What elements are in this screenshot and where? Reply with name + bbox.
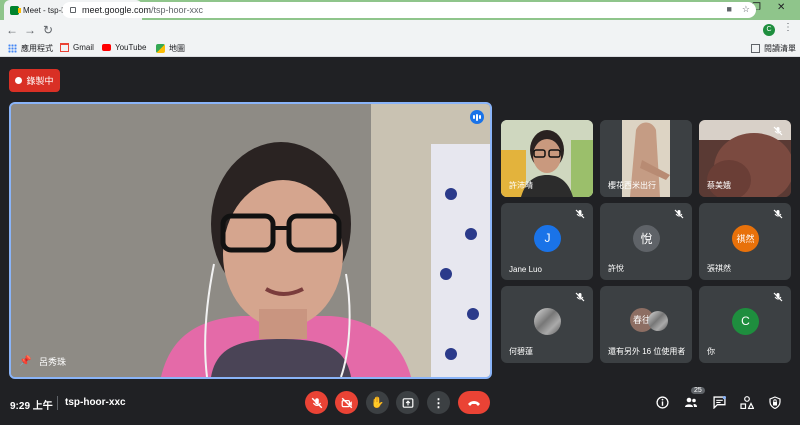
avatar [534, 307, 561, 335]
speaking-indicator-icon [470, 110, 484, 124]
bookmark-label: 地圖 [169, 44, 185, 53]
pin-icon[interactable]: 📌 [19, 356, 31, 367]
clock: 9:29 上午 [10, 401, 53, 412]
bookmark-label: Gmail [73, 43, 94, 52]
activities-icon [740, 395, 754, 409]
bookmark-gmail[interactable]: Gmail [60, 43, 94, 52]
close-window-icon[interactable]: ✕ [777, 2, 785, 13]
people-button[interactable] [684, 395, 698, 409]
participant-name: 何碧蓮 [509, 347, 533, 356]
avatar: C [732, 307, 759, 335]
address-bar[interactable]: meet.google.com/tsp-hoor-xxc ■ ☆ [62, 2, 756, 18]
muted-mic-icon [575, 292, 585, 302]
avatar: J [534, 224, 561, 252]
meeting-code: tsp-hoor-xxc [65, 397, 126, 408]
self-tile[interactable]: C 你 [699, 286, 791, 363]
gmail-icon [60, 43, 69, 52]
mic-off-icon [311, 397, 322, 408]
reading-list-label: 閱讀清單 [764, 44, 796, 53]
shield-lock-icon [769, 395, 781, 409]
back-icon[interactable]: ← [3, 23, 21, 37]
recording-label: 錄製中 [26, 76, 54, 86]
muted-mic-icon [773, 292, 783, 302]
participant-name: Jane Luo [509, 265, 542, 274]
present-button[interactable] [396, 391, 419, 414]
end-call-button[interactable] [458, 391, 490, 414]
recording-button[interactable]: 錄製中 [9, 69, 60, 92]
participant-name: 蔡美娥 [707, 181, 731, 190]
muted-mic-icon [773, 209, 783, 219]
reload-icon[interactable]: ↻ [39, 23, 57, 37]
muted-mic-icon [773, 126, 783, 136]
speaker-video [11, 104, 490, 377]
present-screen-icon [402, 397, 413, 408]
url-host: meet.google.com [82, 5, 152, 15]
bookmark-apps[interactable]: 應用程式 [8, 43, 53, 54]
camera-indicator-icon[interactable]: ■ [726, 4, 731, 15]
avatar: 祺然 [732, 224, 759, 252]
avatar-photo [648, 310, 668, 331]
meet-favicon-icon [10, 5, 21, 15]
participant-tile[interactable]: J Jane Luo [501, 203, 593, 280]
others-tile[interactable]: 春往 還有另外 16 位使用者 [600, 286, 692, 363]
divider [57, 396, 58, 410]
muted-mic-icon [575, 209, 585, 219]
participant-tile[interactable]: 祺然 張祺然 [699, 203, 791, 280]
record-dot-icon [15, 77, 23, 84]
participant-tile[interactable]: 許沛晴 [501, 120, 593, 197]
participant-name: 櫻花西米出行 [608, 181, 656, 190]
lock-icon [70, 7, 76, 13]
participant-tile[interactable]: 櫻花西米出行 [600, 120, 692, 197]
youtube-icon [102, 44, 111, 51]
participant-tile[interactable]: 何碧蓮 [501, 286, 593, 363]
apps-icon [8, 44, 17, 53]
main-speaker-tile[interactable]: 📌 呂秀珠 [9, 102, 492, 379]
participant-name: 你 [707, 347, 715, 356]
hang-up-icon [468, 400, 480, 406]
participant-name: 許悅 [608, 264, 624, 273]
bookmark-star-icon[interactable]: ☆ [742, 4, 750, 15]
forward-icon[interactable]: → [21, 23, 39, 37]
bookmark-label: 應用程式 [21, 44, 53, 53]
browser-toolbar: ← → ↻ [0, 20, 800, 40]
participant-name: 張祺然 [707, 264, 731, 273]
url-path: /tsp-hoor-xxc [151, 5, 204, 15]
raise-hand-button[interactable]: ✋ [366, 391, 389, 414]
reading-list-icon [751, 44, 760, 53]
bookmark-maps[interactable]: 地圖 [156, 43, 185, 54]
people-icon [685, 397, 697, 407]
chat-button[interactable] [712, 395, 726, 409]
chrome-menu-icon[interactable]: ⋮ [783, 22, 793, 33]
camera-off-icon [341, 397, 352, 408]
muted-mic-icon [674, 209, 684, 219]
participant-tile[interactable]: 悅 許悅 [600, 203, 692, 280]
activities-button[interactable] [740, 395, 754, 409]
bookmark-label: YouTube [115, 43, 147, 52]
host-controls-button[interactable] [768, 395, 782, 409]
maps-icon [156, 44, 165, 53]
bookmark-youtube[interactable]: YouTube [102, 43, 146, 52]
participant-count-badge: 25 [691, 387, 705, 394]
profile-avatar[interactable]: C [763, 24, 775, 36]
hand-icon: ✋ [370, 397, 385, 409]
chat-icon [712, 395, 726, 409]
more-vert-icon: ⋮ [432, 395, 445, 410]
camera-toggle-button[interactable] [335, 391, 358, 414]
participant-tile[interactable]: 蔡美娥 [699, 120, 791, 197]
reading-list[interactable]: 閱讀清單 [751, 43, 796, 54]
main-speaker-name: 呂秀珠 [39, 357, 67, 367]
info-icon [655, 395, 669, 409]
mic-toggle-button[interactable] [305, 391, 328, 414]
more-options-button[interactable]: ⋮ [427, 391, 450, 414]
meeting-details-button[interactable] [655, 395, 669, 409]
bookmarks-bar: 應用程式 Gmail YouTube 地圖 閱讀清單 [0, 40, 800, 57]
participant-name: 許沛晴 [509, 181, 533, 190]
avatar: 悅 [633, 224, 660, 252]
others-label: 還有另外 16 位使用者 [608, 347, 686, 356]
